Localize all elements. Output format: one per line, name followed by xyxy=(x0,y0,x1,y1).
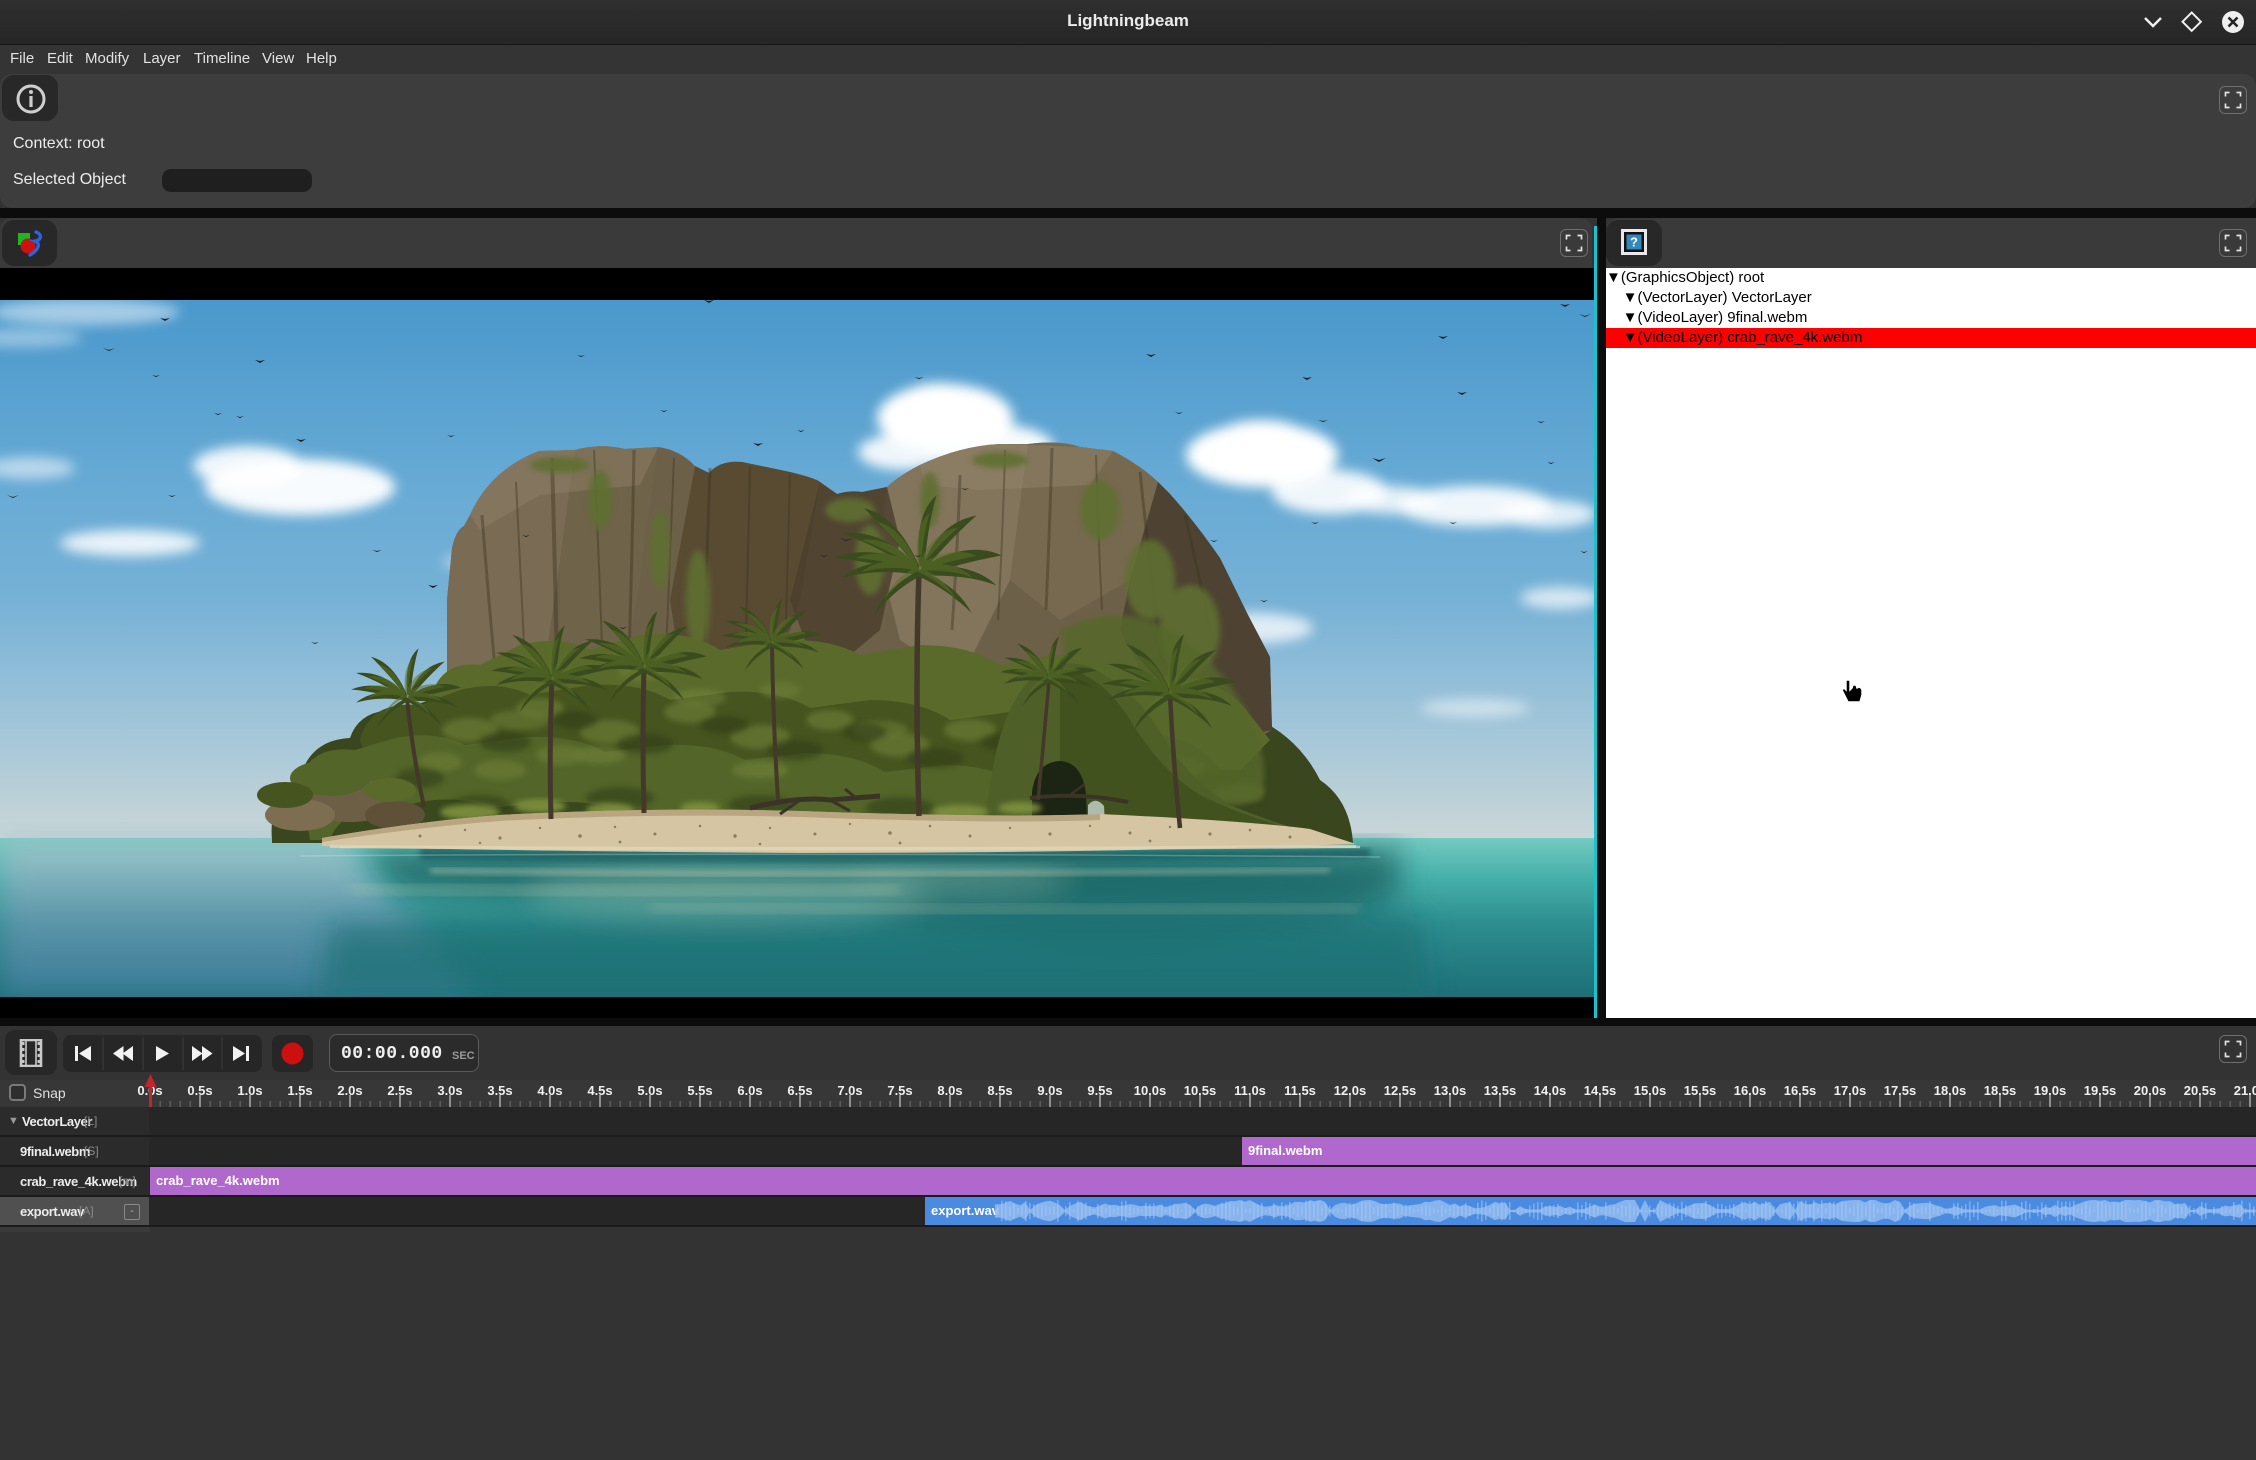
svg-text:?: ? xyxy=(1630,235,1638,250)
